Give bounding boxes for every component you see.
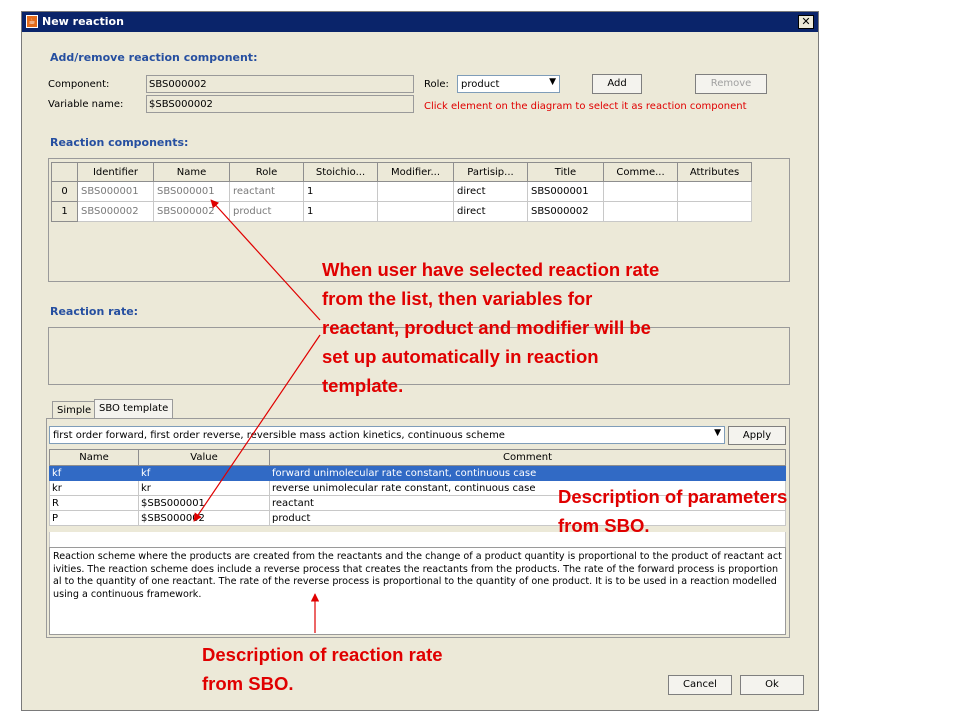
arrow-to-name-cell (210, 199, 321, 321)
annotation-line: set up automatically in reaction (322, 346, 599, 367)
annotation-auto-variables: When user have selected reaction rate fr… (322, 255, 659, 400)
annotation-line: from SBO. (558, 515, 650, 536)
annotation-reaction-rate: Description of reaction rate from SBO. (202, 640, 443, 698)
arrow-to-parameter-value (193, 334, 321, 522)
annotation-line: Description of reaction rate (202, 644, 443, 665)
annotation-line: from SBO. (202, 673, 294, 694)
annotation-line: reactant, product and modifier will be (322, 317, 651, 338)
annotation-parameters: Description of parameters from SBO. (558, 482, 787, 540)
annotation-line: When user have selected reaction rate (322, 259, 660, 280)
annotation-line: from the list, then variables for (322, 288, 593, 309)
annotation-line: Description of parameters (558, 486, 788, 507)
annotation-line: template. (322, 375, 404, 396)
